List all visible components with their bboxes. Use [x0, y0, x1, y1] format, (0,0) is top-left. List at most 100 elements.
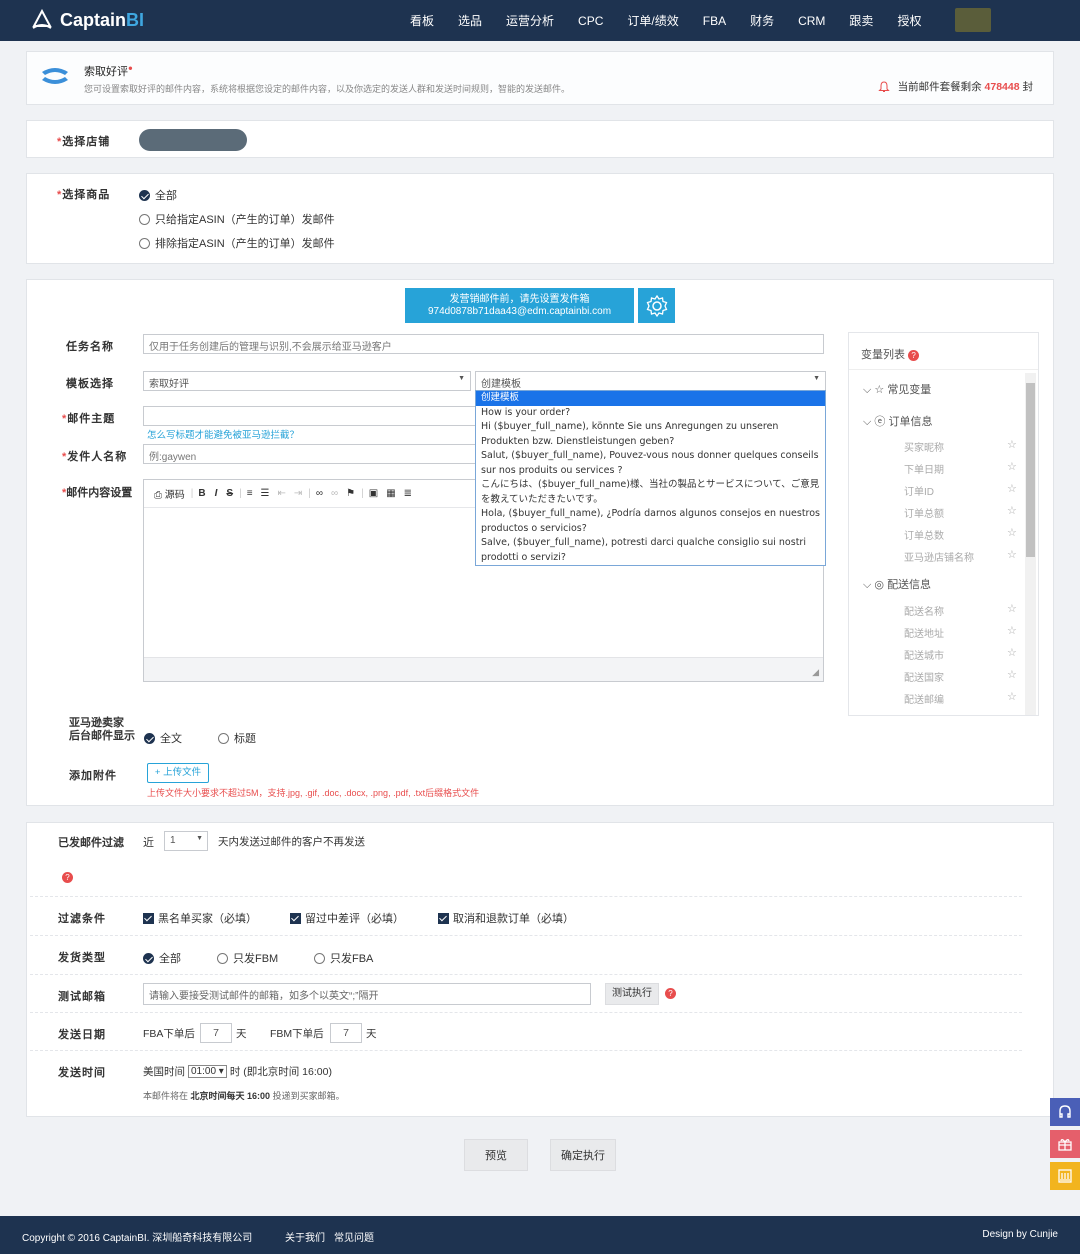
var-ship-zip[interactable]: 配送邮编 — [904, 691, 944, 706]
strike-button[interactable]: S — [226, 488, 233, 499]
ordered-list-icon[interactable]: ≡ — [247, 488, 253, 499]
var-ship-country[interactable]: 配送国家 — [904, 669, 944, 684]
link-icon[interactable]: ∞ — [316, 488, 323, 499]
var-buyer-nickname[interactable]: 买家昵称 — [904, 439, 944, 454]
template-option-create[interactable]: 创建模板 — [476, 391, 825, 406]
nav-item-cpc[interactable]: CPC — [578, 14, 603, 28]
bullet-list-icon[interactable]: ☰ — [261, 488, 270, 499]
unlink-icon[interactable]: ∞ — [331, 488, 338, 499]
ship-all-radio[interactable]: 全部 — [143, 950, 181, 966]
star-icon[interactable]: ☆ — [1007, 646, 1017, 659]
flag-icon[interactable]: ⚑ — [346, 488, 355, 499]
help-icon[interactable]: ? — [908, 350, 920, 361]
cond-blacklist-checkbox[interactable]: 黑名单买家（必填） — [143, 910, 257, 926]
bold-button[interactable]: B — [198, 488, 205, 499]
template-option-fr[interactable]: Salut, ($buyer_full_name), Pouvez-vous n… — [476, 449, 825, 478]
nav-item-auth[interactable]: 授权 — [897, 12, 921, 29]
variable-scrollbar[interactable] — [1025, 373, 1036, 715]
cond-negative-review-checkbox[interactable]: 留过中差评（必填） — [290, 910, 404, 926]
nav-item-finance[interactable]: 财务 — [750, 12, 774, 29]
outdent-icon[interactable]: ⇤ — [278, 488, 286, 499]
var-store-name[interactable]: 亚马逊店铺名称 — [904, 549, 974, 564]
image-icon[interactable]: ▣ — [369, 488, 378, 499]
user-avatar[interactable] — [955, 8, 991, 32]
execute-button[interactable]: 确定执行 — [550, 1139, 616, 1171]
star-icon[interactable]: ☆ — [1007, 438, 1017, 451]
fba-days-input[interactable]: 7 — [200, 1023, 232, 1043]
nav-item-orders[interactable]: 订单/绩效 — [627, 12, 678, 29]
help-icon[interactable]: ? — [62, 872, 73, 883]
nav-item-dashboard[interactable]: 看板 — [410, 12, 434, 29]
var-ship-name[interactable]: 配送名称 — [904, 603, 944, 618]
star-icon[interactable]: ☆ — [1007, 690, 1017, 703]
caret-down-icon: ▼ — [458, 375, 465, 382]
test-execute-button[interactable]: 测试执行 — [605, 983, 659, 1005]
template-option-de[interactable]: Hi ($buyer_full_name), könnte Sie uns An… — [476, 420, 825, 449]
gear-icon — [646, 294, 667, 317]
template-option-jp[interactable]: こんにちは、($buyer_full_name)様、当社の製品とサービスについて… — [476, 478, 825, 507]
preview-button[interactable]: 预览 — [464, 1139, 528, 1171]
gift-icon[interactable] — [1050, 1130, 1080, 1158]
var-ship-city[interactable]: 配送城市 — [904, 647, 944, 662]
var-ship-address[interactable]: 配送地址 — [904, 625, 944, 640]
store-select[interactable] — [139, 129, 247, 151]
resize-handle-icon[interactable]: ◢ — [812, 667, 819, 678]
star-icon[interactable]: ☆ — [1007, 548, 1017, 561]
product-include-asin-radio[interactable]: 只给指定ASIN（产生的订单）发邮件 — [139, 211, 335, 227]
var-order-id[interactable]: 订单ID — [904, 483, 934, 498]
var-group-shipping[interactable]: ⌵ ◎ 配送信息 — [863, 576, 931, 592]
nav-item-selection[interactable]: 选品 — [458, 12, 482, 29]
source-button[interactable]: ⎙ 源码 — [154, 486, 185, 501]
mailbox-settings-button[interactable] — [638, 288, 675, 323]
star-icon[interactable]: ☆ — [1007, 602, 1017, 615]
quota-label: 当前邮件套餐剩余 — [897, 81, 982, 93]
nav-item-crm[interactable]: CRM — [798, 14, 825, 28]
template-option-en[interactable]: How is your order? — [476, 406, 825, 421]
support-headset-icon[interactable] — [1050, 1098, 1080, 1126]
product-exclude-asin-radio[interactable]: 排除指定ASIN（产生的订单）发邮件 — [139, 235, 335, 251]
subject-hint-link[interactable]: 怎么写标题才能避免被亚马逊拦截？ — [147, 427, 299, 441]
page-description: 您可设置索取好评的邮件内容，系统将根据您设定的邮件内容，以及你选定的发送人群和发… — [84, 84, 571, 94]
help-icon[interactable]: ? — [665, 988, 676, 999]
display-full-radio[interactable]: 全文 — [144, 730, 182, 746]
product-all-radio[interactable]: 全部 — [139, 187, 177, 203]
star-icon[interactable]: ☆ — [1007, 504, 1017, 517]
footer-about-link[interactable]: 关于我们 — [285, 1229, 325, 1244]
var-group-common[interactable]: ⌵ ☆ 常见变量 — [863, 381, 931, 397]
time-select[interactable]: 01:00 ▾ — [188, 1065, 227, 1078]
nav-item-analysis[interactable]: 运营分析 — [506, 12, 554, 29]
nav-item-fba[interactable]: FBA — [703, 14, 726, 28]
upload-file-button[interactable]: + 上传文件 — [147, 763, 209, 783]
footer-faq-link[interactable]: 常见问题 — [334, 1229, 374, 1244]
template-option-es[interactable]: Hola, ($buyer_full_name), ¿Podría darnos… — [476, 507, 825, 536]
template-option-it[interactable]: Salve, ($buyer_full_name), potresti darc… — [476, 536, 825, 565]
nav-item-follow-sell[interactable]: 跟卖 — [849, 12, 873, 29]
var-group-order[interactable]: ⌵ ⓔ 订单信息 — [863, 413, 932, 429]
task-name-input[interactable]: 仅用于任务创建后的管理与识别,不会展示给亚马逊客户 — [143, 334, 824, 354]
logo[interactable]: Captain BI — [30, 7, 144, 33]
filter-days-select[interactable]: 1 ▼ — [164, 831, 208, 851]
var-order-count[interactable]: 订单总数 — [904, 527, 944, 542]
var-order-date[interactable]: 下单日期 — [904, 461, 944, 476]
indent-icon[interactable]: ⇥ — [294, 488, 302, 499]
star-icon[interactable]: ☆ — [1007, 668, 1017, 681]
feedback-icon[interactable] — [1050, 1162, 1080, 1190]
star-icon[interactable]: ☆ — [1007, 526, 1017, 539]
star-icon[interactable]: ☆ — [1007, 624, 1017, 637]
align-icon[interactable]: ≣ — [404, 488, 412, 499]
template-select[interactable]: 索取好评 ▼ — [143, 371, 471, 391]
star-icon[interactable]: ☆ — [1007, 482, 1017, 495]
ship-fba-radio[interactable]: 只发FBA — [314, 950, 373, 966]
template-dropdown-list: 创建模板 How is your order? Hi ($buyer_full_… — [475, 390, 826, 566]
table-icon[interactable]: ▦ — [386, 488, 395, 499]
star-icon[interactable]: ☆ — [1007, 460, 1017, 473]
cond-refund-checkbox[interactable]: 取消和退款订单（必填） — [438, 910, 574, 926]
test-email-input[interactable]: 请输入要接受测试邮件的邮箱，如多个以英文“;”隔开 — [143, 983, 591, 1005]
sender-notice-banner[interactable]: 发营销邮件前，请先设置发件箱 974d0878b71daa43@edm.capt… — [405, 288, 634, 323]
var-order-total[interactable]: 订单总额 — [904, 505, 944, 520]
ship-fbm-radio[interactable]: 只发FBM — [217, 950, 278, 966]
italic-button[interactable]: I — [215, 488, 218, 499]
display-title-radio[interactable]: 标题 — [218, 730, 256, 746]
template-sub-select[interactable]: 创建模板 ▼ — [475, 371, 826, 391]
fbm-days-input[interactable]: 7 — [330, 1023, 362, 1043]
